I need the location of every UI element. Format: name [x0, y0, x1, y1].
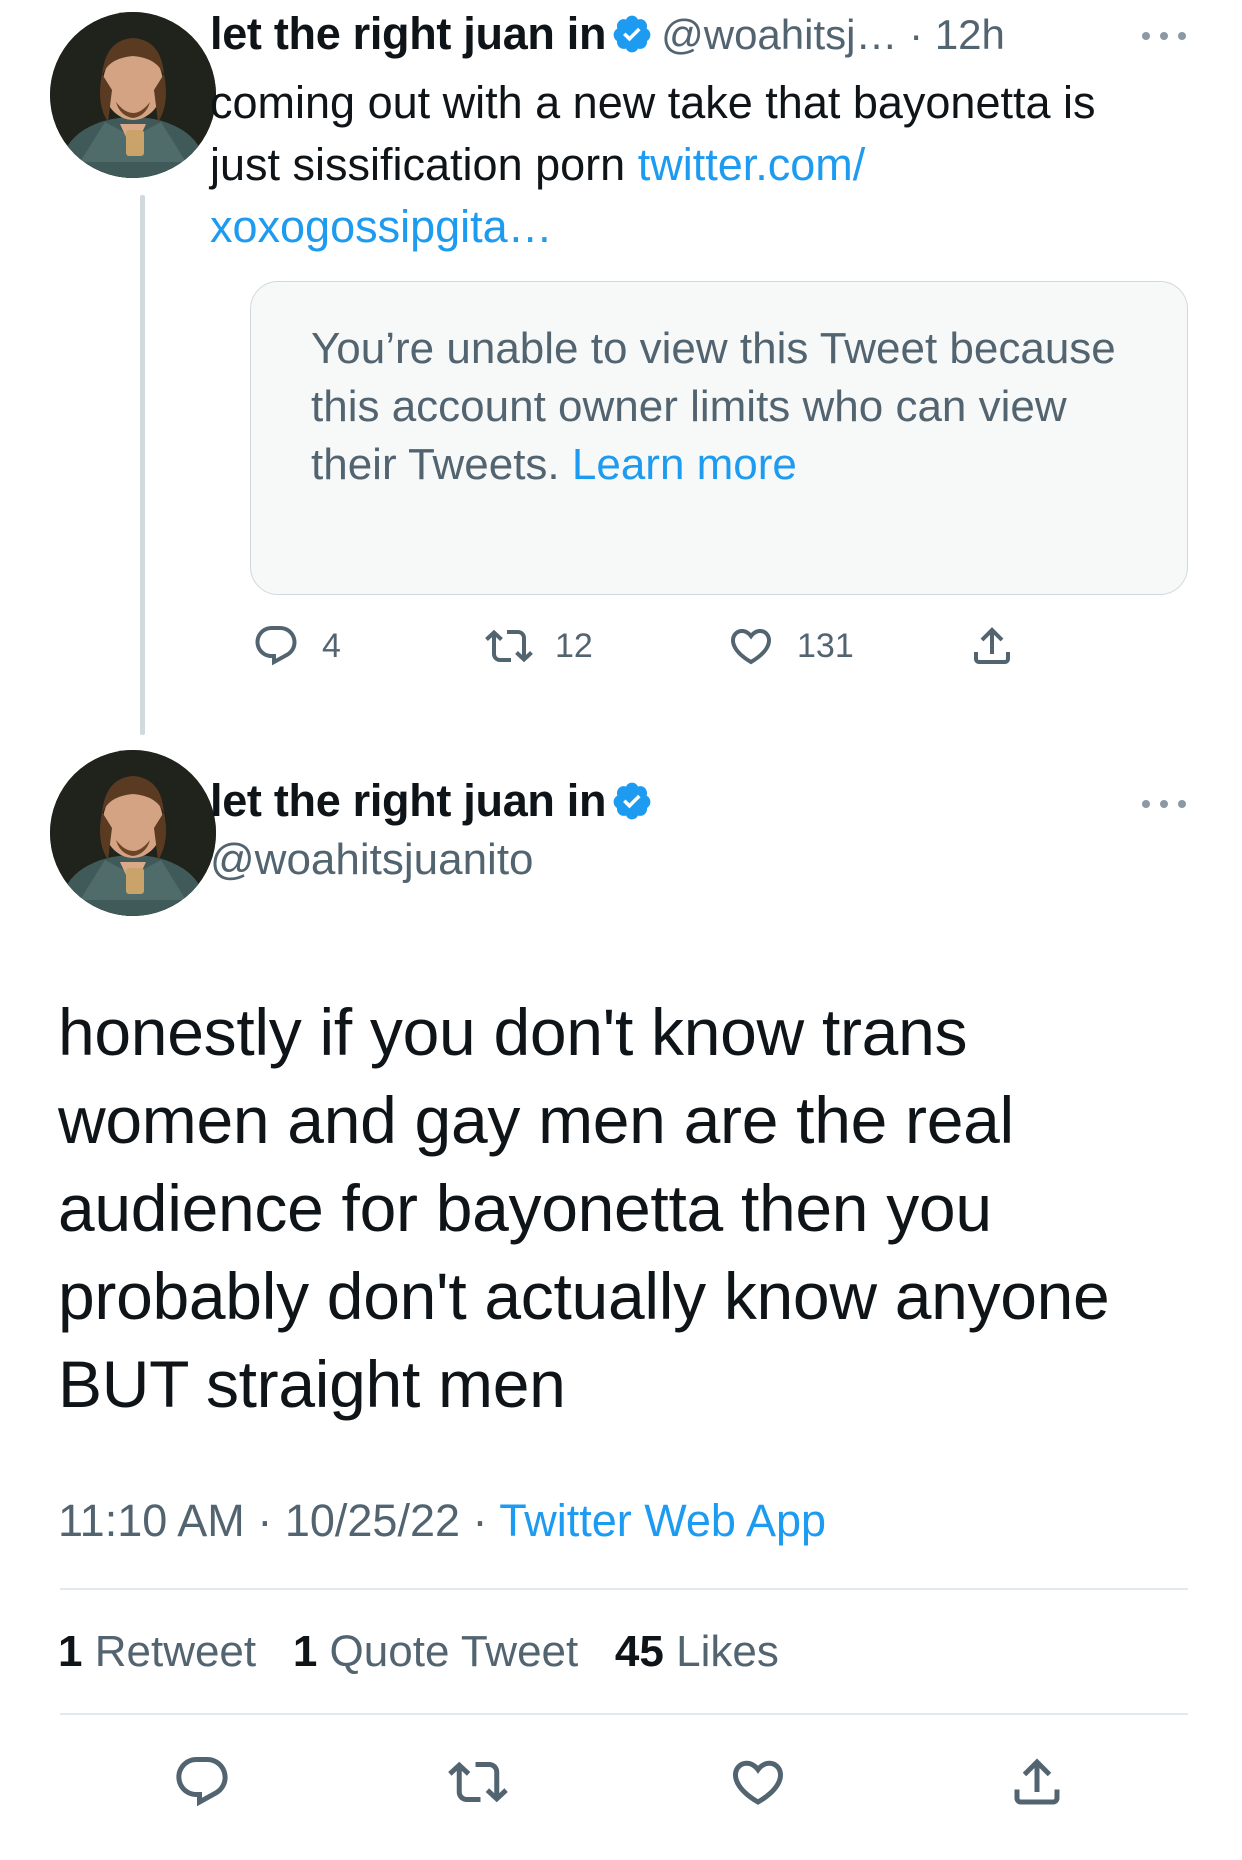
heart-icon: [732, 1760, 784, 1805]
unavailable-quote-tweet: You’re unable to view this Tweet because…: [250, 281, 1188, 595]
retweets-stat[interactable]: 1 Retweet: [58, 1627, 256, 1676]
reply-tweet-header: let the right juan in @woahitsj… · 12h: [210, 8, 1200, 60]
meta-separator: ·: [257, 1495, 273, 1546]
retweet-count: 12: [555, 626, 593, 665]
likes-stat[interactable]: 45 Likes: [615, 1627, 779, 1676]
learn-more-link[interactable]: Learn more: [572, 440, 797, 489]
divider: [60, 1713, 1188, 1715]
main-author-name[interactable]: let the right juan in: [210, 775, 607, 826]
reply-author-avatar[interactable]: [50, 12, 216, 178]
heart-icon: [730, 629, 772, 665]
separator-dot: ·: [909, 11, 924, 58]
reply-count: 4: [322, 626, 341, 665]
reply-icon: [176, 1757, 228, 1807]
main-more-icon[interactable]: [1138, 796, 1190, 817]
reply-tweet-text: coming out with a new take that bayonett…: [210, 72, 1170, 258]
reply-button[interactable]: [172, 1752, 232, 1817]
engagement-stats: 1 Retweet 1 Quote Tweet 45 Likes: [58, 1627, 779, 1677]
retweet-icon: [448, 1761, 508, 1803]
like-button[interactable]: [728, 1752, 788, 1817]
tweet-time[interactable]: 11:10 AM: [58, 1495, 245, 1546]
main-tweet-header: let the right juan in: [210, 775, 653, 827]
share-icon: [1014, 1758, 1060, 1805]
reply-action-like[interactable]: 131: [727, 622, 854, 670]
reply-more-icon[interactable]: [1138, 28, 1190, 49]
verified-badge-icon: [611, 13, 653, 55]
divider: [60, 1588, 1188, 1590]
quotes-stat[interactable]: 1 Quote Tweet: [293, 1627, 578, 1676]
tweet-source-link[interactable]: Twitter Web App: [499, 1495, 826, 1546]
main-author-handle[interactable]: @woahitsjuanito: [210, 835, 534, 885]
main-author-avatar[interactable]: [50, 750, 216, 916]
thread-connector-line: [140, 195, 145, 735]
reply-action-reply[interactable]: 4: [252, 622, 341, 670]
reply-action-retweet[interactable]: 12: [485, 622, 593, 670]
meta-separator: ·: [472, 1495, 488, 1546]
retweet-icon: [485, 629, 533, 663]
like-count: 131: [797, 626, 854, 665]
reply-icon: [255, 626, 297, 666]
tweet-date[interactable]: 10/25/22: [285, 1495, 460, 1546]
reply-action-share[interactable]: [968, 622, 1016, 670]
main-tweet-meta: 11:10 AM · 10/25/22 · Twitter Web App: [58, 1495, 826, 1547]
main-tweet-text: honestly if you don't know trans women a…: [58, 995, 1110, 1421]
retweet-button[interactable]: [448, 1752, 508, 1817]
share-icon: [974, 627, 1010, 664]
verified-badge-icon: [611, 780, 653, 822]
reply-timestamp[interactable]: 12h: [935, 11, 1005, 58]
reply-author-handle[interactable]: @woahitsj…: [661, 11, 897, 58]
reply-author-name[interactable]: let the right juan in: [210, 8, 607, 59]
share-button[interactable]: [1007, 1752, 1067, 1817]
